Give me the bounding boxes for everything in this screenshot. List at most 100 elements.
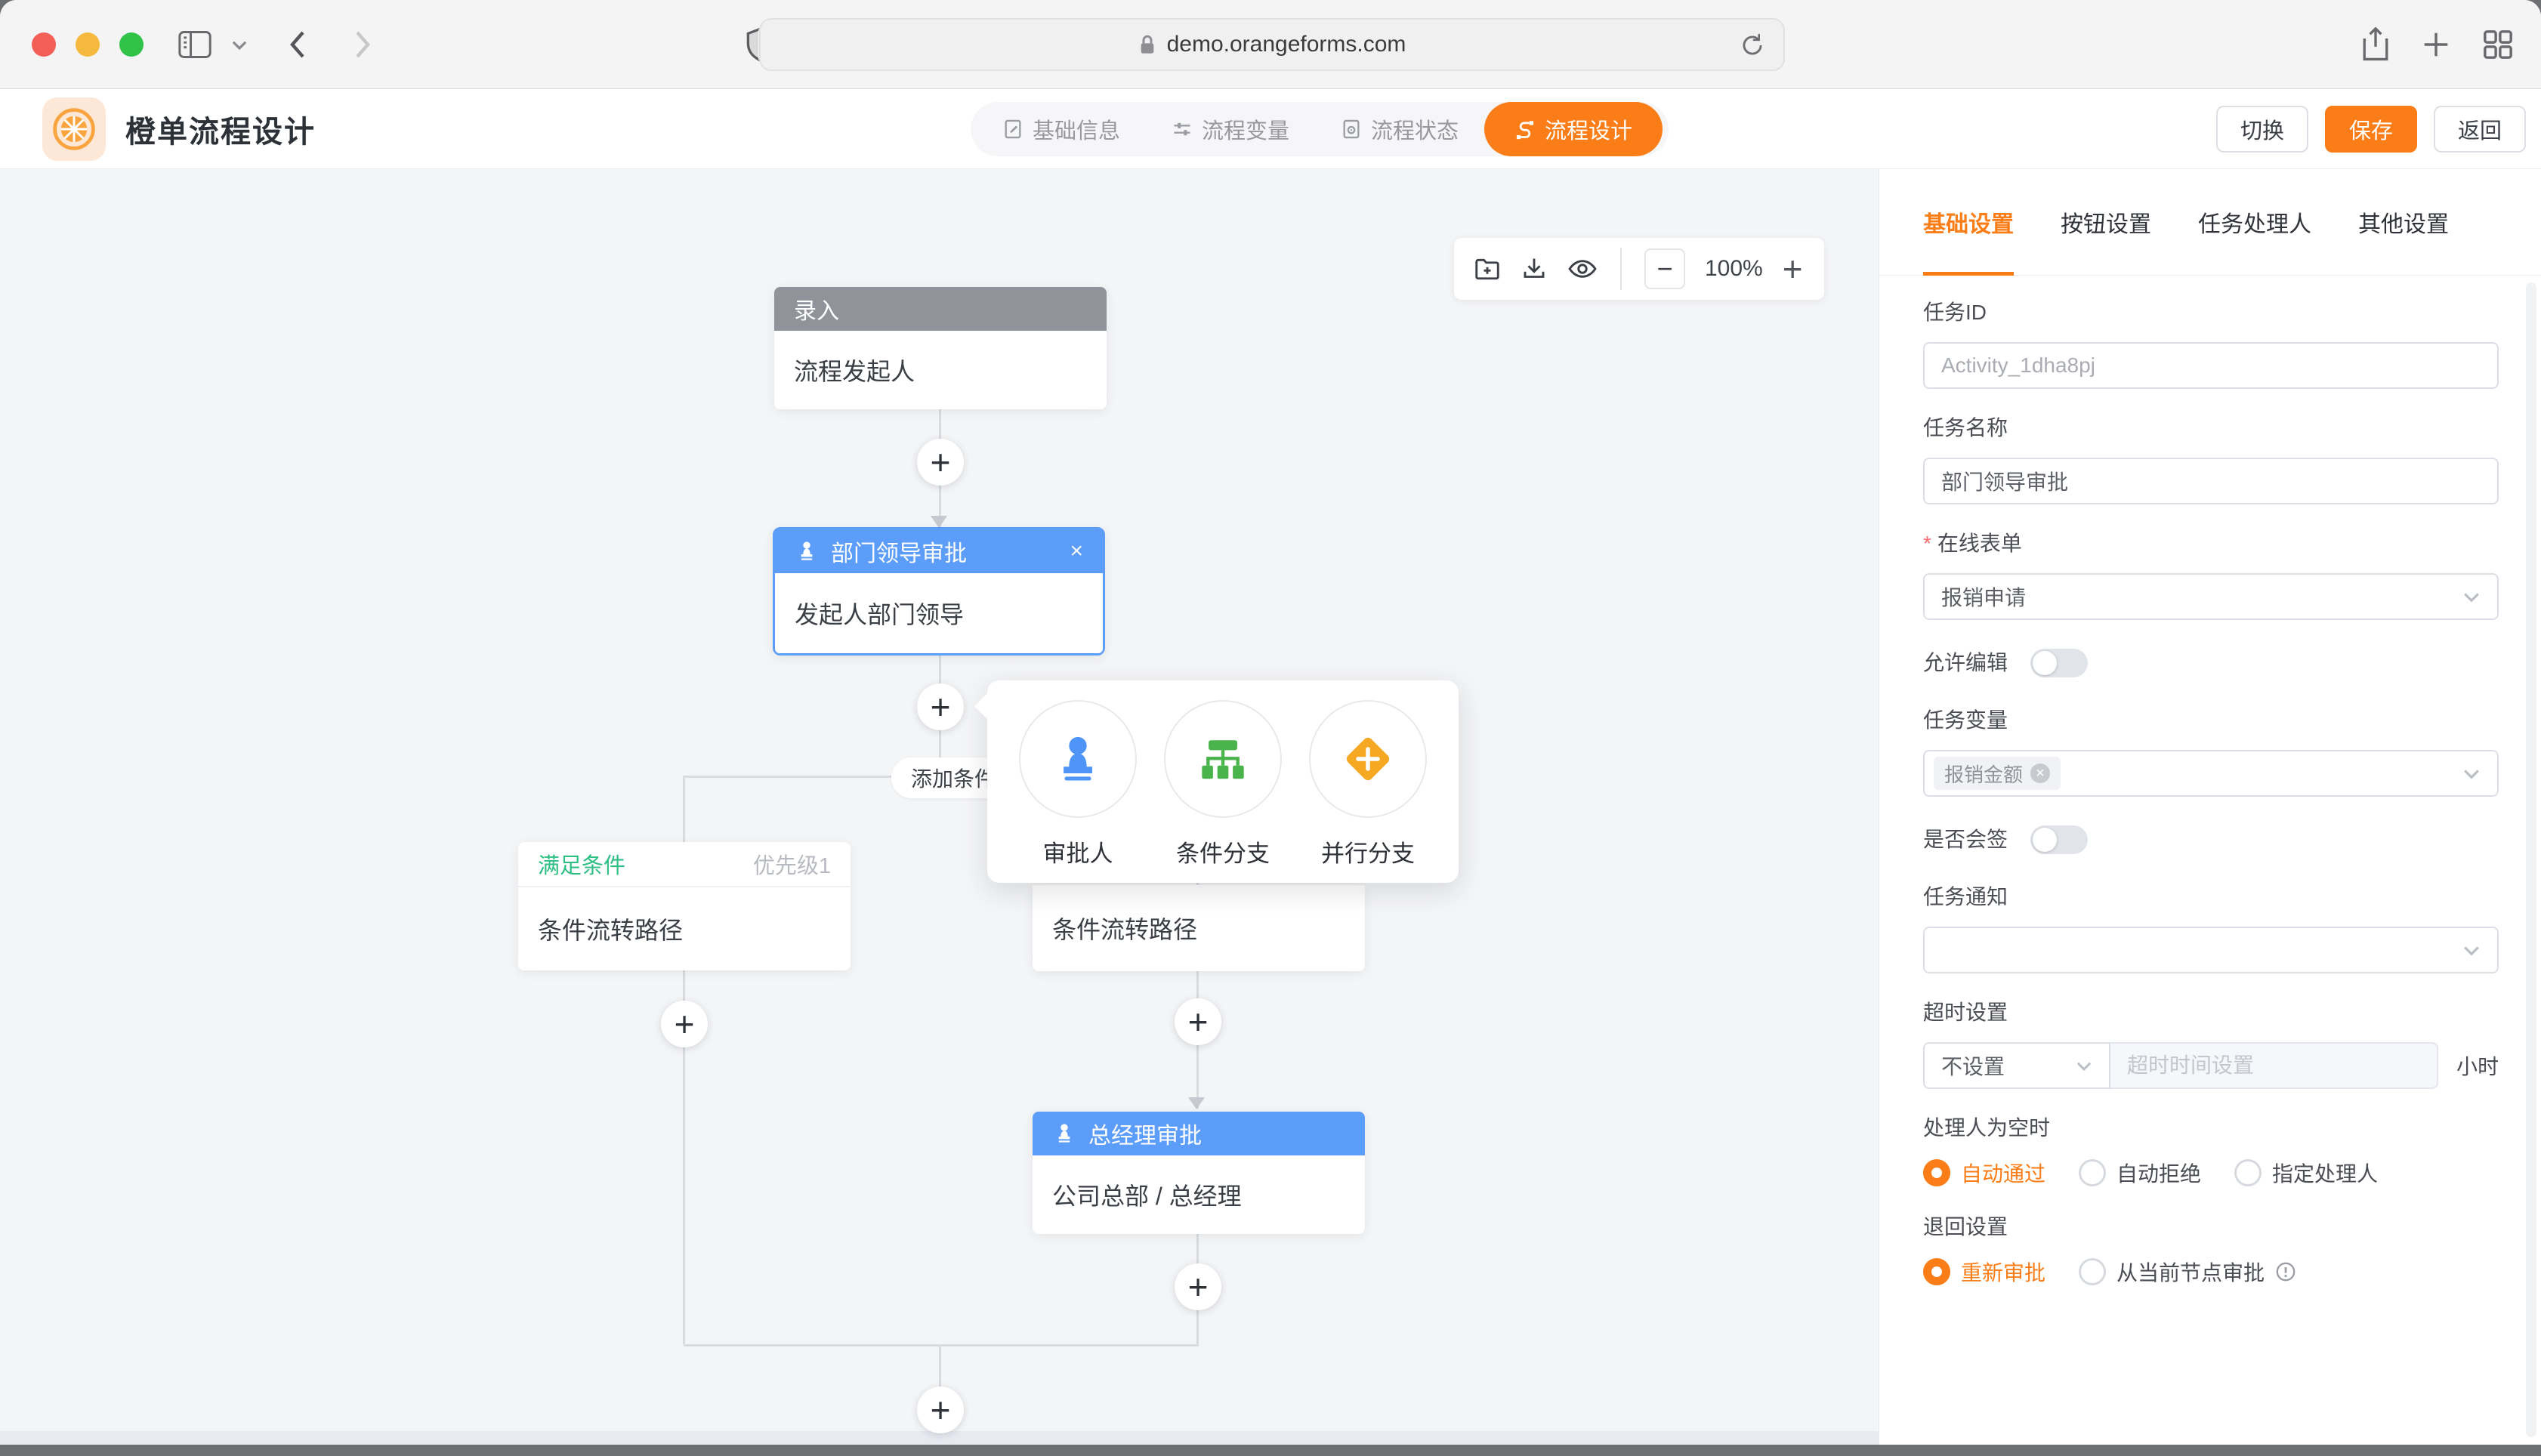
add-node-button[interactable]: + <box>661 1001 708 1047</box>
approver-stamp-icon <box>1051 733 1104 785</box>
tab-basic-info[interactable]: 基础信息 <box>977 102 1146 156</box>
tab-other-settings[interactable]: 其他设置 <box>2358 169 2449 276</box>
radio-re-approve[interactable]: 重新审批 <box>1923 1257 2045 1287</box>
delete-node-icon[interactable]: × <box>1070 538 1083 564</box>
info-icon[interactable] <box>2275 1261 2296 1282</box>
zoom-in-button[interactable]: + <box>1783 248 1803 289</box>
tab-process-design[interactable]: 流程设计 <box>1484 102 1663 156</box>
node-title: 部门领导审批 <box>831 535 967 568</box>
condition-title: 满足条件 <box>538 848 625 880</box>
node-body: 公司总部 / 总经理 <box>1033 1155 1365 1234</box>
traffic-lights <box>32 32 144 57</box>
node-body: 流程发起人 <box>774 331 1107 409</box>
task-variable-label: 任务变量 <box>1923 706 2499 735</box>
share-icon[interactable] <box>2360 27 2391 67</box>
approver-stamp-icon <box>795 539 819 563</box>
chevron-down-icon <box>2074 1056 2094 1075</box>
add-node-popup: 审批人 条件分支 并行分支 <box>987 680 1459 883</box>
radio-auto-reject[interactable]: 自动拒绝 <box>2079 1158 2201 1188</box>
reload-icon[interactable] <box>1738 31 1767 63</box>
save-button[interactable]: 保存 <box>2325 106 2417 153</box>
popup-item-condition-branch[interactable]: 条件分支 <box>1164 700 1282 883</box>
approver-stamp-icon <box>1052 1121 1076 1146</box>
sidebar-scrollbar[interactable] <box>2526 282 2536 1437</box>
tab-process-status[interactable]: 流程状态 <box>1315 102 1484 156</box>
close-window-button[interactable] <box>32 32 56 57</box>
task-notify-select[interactable] <box>1923 927 2499 973</box>
countersign-toggle[interactable] <box>2030 825 2088 854</box>
node-title: 总经理审批 <box>1088 1117 1202 1150</box>
tab-button-settings[interactable]: 按钮设置 <box>2061 169 2151 276</box>
task-name-label: 任务名称 <box>1923 414 2499 443</box>
allow-edit-toggle[interactable] <box>2030 649 2088 677</box>
node-condition-path[interactable]: 条件流转路径 <box>1033 885 1365 971</box>
forward-button[interactable] <box>349 28 375 61</box>
open-folder-icon[interactable] <box>1474 255 1501 282</box>
node-start[interactable]: 录入 流程发起人 <box>774 287 1107 409</box>
radio-auto-approve[interactable]: 自动通过 <box>1923 1158 2045 1188</box>
timeout-value-input[interactable] <box>2127 1053 2420 1078</box>
popup-item-approver[interactable]: 审批人 <box>1019 700 1137 883</box>
condition-branch-icon <box>1196 733 1249 785</box>
toolbar-divider <box>1620 248 1622 290</box>
radio-dot <box>2234 1159 2262 1186</box>
tab-label: 流程设计 <box>1545 113 1632 145</box>
maximize-window-button[interactable] <box>119 32 144 57</box>
timeout-value-wrap <box>2110 1042 2438 1089</box>
chevron-down-icon[interactable] <box>230 35 249 54</box>
preview-eye-icon[interactable] <box>1567 255 1598 282</box>
tab-overview-icon[interactable] <box>2482 29 2514 64</box>
remove-tag-icon[interactable]: × <box>2030 763 2050 783</box>
header-actions: 切换 保存 返回 <box>2216 106 2526 153</box>
parallel-branch-icon <box>1338 730 1397 788</box>
task-name-field[interactable] <box>1941 469 2481 493</box>
back-button[interactable] <box>286 28 311 61</box>
priority-label: 优先级1 <box>753 848 831 880</box>
zoom-out-button[interactable]: − <box>1644 248 1685 289</box>
node-condition-met[interactable]: 满足条件 优先级1 条件流转路径 <box>518 842 851 970</box>
download-icon[interactable] <box>1521 255 1548 282</box>
popup-item-parallel-branch[interactable]: 并行分支 <box>1309 700 1427 883</box>
back-to-list-button[interactable]: 返回 <box>2434 106 2526 153</box>
chevron-down-icon <box>2461 586 2482 607</box>
online-form-select[interactable]: 报销申请 <box>1923 573 2499 620</box>
add-node-button[interactable]: + <box>1175 998 1221 1045</box>
properties-panel: 基础设置 按钮设置 任务处理人 其他设置 任务ID 任务名称 * 在线表单 <box>1879 169 2541 1445</box>
task-id-field[interactable] <box>1941 353 2481 378</box>
connector-line <box>683 776 685 844</box>
node-body: 条件流转路径 <box>1033 885 1365 971</box>
tab-basic-settings[interactable]: 基础设置 <box>1923 169 2014 276</box>
sliders-icon <box>1172 119 1193 140</box>
zoom-level: 100% <box>1705 256 1763 282</box>
switch-button[interactable]: 切换 <box>2216 106 2308 153</box>
add-node-button[interactable]: + <box>917 683 964 730</box>
task-variable-select[interactable]: 报销金额 × <box>1923 750 2499 797</box>
radio-dot <box>2079 1258 2106 1285</box>
minimize-window-button[interactable] <box>76 32 100 57</box>
address-bar[interactable]: demo.orangeforms.com <box>759 18 1785 71</box>
popup-item-label: 审批人 <box>1043 834 1113 868</box>
arrowhead <box>1188 1097 1205 1109</box>
timeout-mode-select[interactable]: 不设置 <box>1923 1042 2110 1089</box>
tab-process-variables[interactable]: 流程变量 <box>1146 102 1315 156</box>
sidebar-toggle-icon[interactable] <box>178 30 211 59</box>
add-node-button[interactable]: + <box>917 1387 964 1433</box>
tab-task-handler[interactable]: 任务处理人 <box>2198 169 2311 276</box>
node-title: 录入 <box>794 292 839 325</box>
approver-circle[interactable] <box>1019 700 1137 818</box>
tab-label: 流程变量 <box>1202 113 1289 145</box>
window-bottom-edge <box>0 1445 2541 1456</box>
app-logo <box>42 97 106 161</box>
countersign-label: 是否会签 <box>1923 825 2008 854</box>
flow-canvas[interactable]: + + + + + + − 100% + 录入 流程发起人 <box>0 169 1879 1445</box>
radio-from-current-node[interactable]: 从当前节点审批 <box>2079 1257 2296 1287</box>
node-dept-approval[interactable]: 部门领导审批 × 发起人部门领导 <box>773 527 1105 656</box>
add-node-button[interactable]: + <box>1175 1263 1221 1310</box>
popup-item-label: 条件分支 <box>1176 834 1270 868</box>
node-gm-approval[interactable]: 总经理审批 公司总部 / 总经理 <box>1033 1112 1365 1234</box>
condition-branch-circle[interactable] <box>1164 700 1282 818</box>
radio-assign-handler[interactable]: 指定处理人 <box>2234 1158 2378 1188</box>
add-node-button[interactable]: + <box>917 439 964 486</box>
parallel-branch-circle[interactable] <box>1309 700 1427 818</box>
new-tab-icon[interactable] <box>2420 29 2452 64</box>
